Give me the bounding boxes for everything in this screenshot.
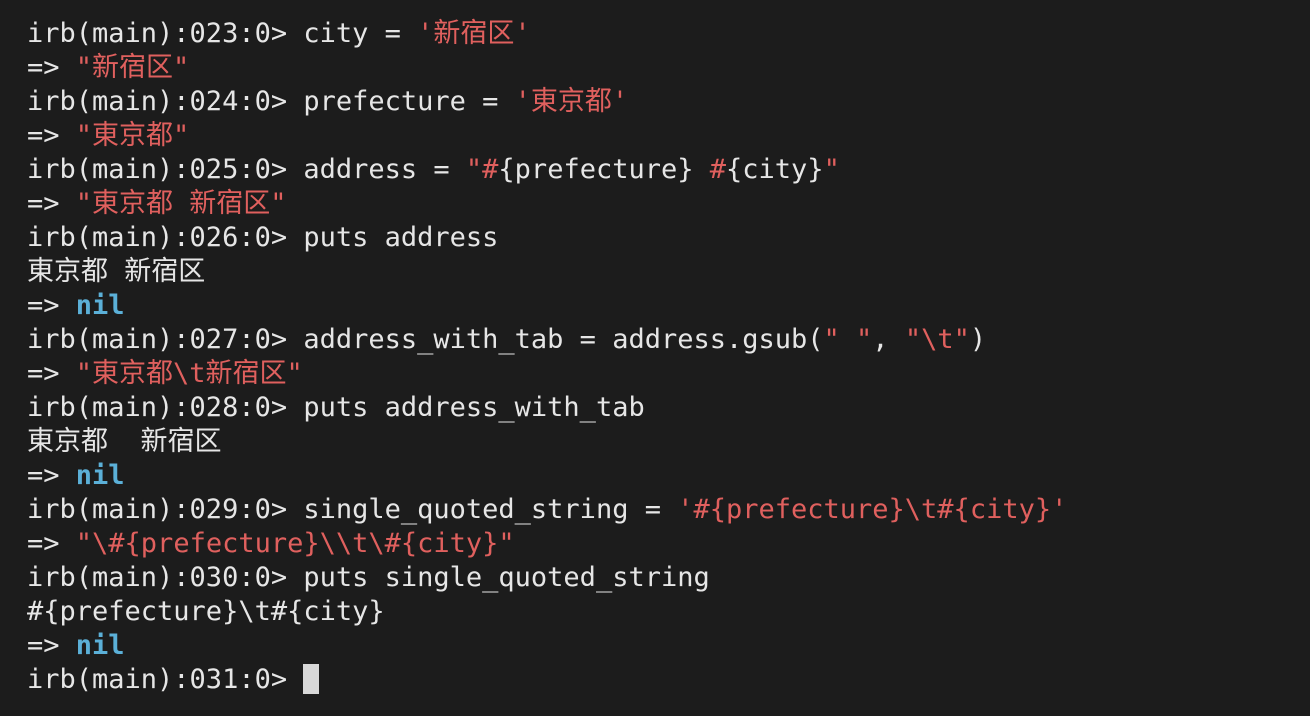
string-literal: "東京都"	[75, 120, 190, 151]
string-literal: "\#{prefecture}\\t\#{city}"	[75, 528, 515, 559]
terminal-line-command: irb(main):023:0> city = '新宿区'	[27, 17, 1310, 51]
result-arrow: =>	[27, 630, 76, 661]
terminal-line-command: irb(main):028:0> puts address_with_tab	[27, 391, 1310, 425]
string-literal: "東京都 新宿区"	[75, 188, 287, 219]
code-text: )	[969, 324, 987, 355]
code-text: {prefecture}	[498, 154, 694, 185]
string-literal: "東京都\t新宿区"	[75, 358, 303, 389]
code-text: {city}	[726, 154, 824, 185]
result-arrow: =>	[27, 52, 76, 83]
result-arrow: =>	[27, 528, 76, 559]
code-text: single_quoted_string =	[303, 494, 678, 525]
terminal-line-command: irb(main):029:0> single_quoted_string = …	[27, 493, 1310, 527]
code-text: prefecture =	[303, 86, 515, 117]
terminal-line-output: 東京都 新宿区	[27, 425, 1310, 459]
code-text: address_with_tab = address.gsub(	[303, 324, 824, 355]
code-text: city =	[303, 18, 418, 49]
terminal-window[interactable]: irb(main):023:0> city = '新宿区' => "新宿区" irb…	[0, 0, 1310, 716]
terminal-line-result: => nil	[27, 459, 1310, 493]
result-arrow: =>	[27, 460, 76, 491]
string-literal: "\t"	[904, 324, 970, 355]
stdout-text: 東京都 新宿区	[27, 426, 222, 457]
terminal-line-command: irb(main):030:0> puts single_quoted_stri…	[27, 561, 1310, 595]
code-text: address =	[303, 154, 466, 185]
code-text: puts single_quoted_string	[303, 562, 710, 593]
irb-prompt: irb(main):029:0>	[27, 494, 304, 525]
terminal-line-result: => "東京都"	[27, 119, 1310, 153]
terminal-line-command: irb(main):024:0> prefecture = '東京都'	[27, 85, 1310, 119]
irb-prompt: irb(main):023:0>	[27, 18, 304, 49]
irb-prompt: irb(main):031:0>	[27, 664, 304, 695]
result-arrow: =>	[27, 290, 76, 321]
terminal-line-prompt: irb(main):031:0>	[27, 663, 1310, 697]
terminal-line-result: => "新宿区"	[27, 51, 1310, 85]
terminal-line-output: 東京都 新宿区	[27, 255, 1310, 289]
irb-prompt: irb(main):028:0>	[27, 392, 304, 423]
nil-value: nil	[75, 460, 125, 491]
nil-value: nil	[75, 290, 125, 321]
irb-prompt: irb(main):024:0>	[27, 86, 304, 117]
string-literal: "#	[465, 154, 499, 185]
nil-value: nil	[75, 630, 125, 661]
terminal-line-result: => nil	[27, 289, 1310, 323]
code-text: puts address	[303, 222, 499, 253]
terminal-line-result: => nil	[27, 629, 1310, 663]
terminal-line-output: #{prefecture}\t#{city}	[27, 595, 1310, 629]
irb-prompt: irb(main):030:0>	[27, 562, 304, 593]
string-literal: " "	[823, 324, 873, 355]
irb-prompt: irb(main):025:0>	[27, 154, 304, 185]
stdout-text: #{prefecture}\t#{city}	[27, 596, 385, 627]
code-text: puts address_with_tab	[303, 392, 645, 423]
result-arrow: =>	[27, 358, 76, 389]
stdout-text: 東京都 新宿区	[27, 256, 206, 287]
code-text: ,	[872, 324, 905, 355]
string-literal: '新宿区'	[417, 18, 531, 49]
string-literal: #	[693, 154, 727, 185]
terminal-line-command: irb(main):025:0> address = "#{prefecture…	[27, 153, 1310, 187]
terminal-line-command: irb(main):026:0> puts address	[27, 221, 1310, 255]
terminal-line-command: irb(main):027:0> address_with_tab = addr…	[27, 323, 1310, 357]
terminal-line-result: => "\#{prefecture}\\t\#{city}"	[27, 527, 1310, 561]
irb-prompt: irb(main):026:0>	[27, 222, 304, 253]
text-cursor[interactable]	[303, 664, 320, 694]
result-arrow: =>	[27, 120, 76, 151]
string-literal: '#{prefecture}\t#{city}'	[677, 494, 1068, 525]
terminal-line-result: => "東京都 新宿区"	[27, 187, 1310, 221]
irb-prompt: irb(main):027:0>	[27, 324, 304, 355]
string-literal: '東京都'	[514, 86, 629, 117]
terminal-line-result: => "東京都\t新宿区"	[27, 357, 1310, 391]
string-literal: "新宿区"	[75, 52, 190, 83]
result-arrow: =>	[27, 188, 76, 219]
string-literal: "	[823, 154, 840, 185]
